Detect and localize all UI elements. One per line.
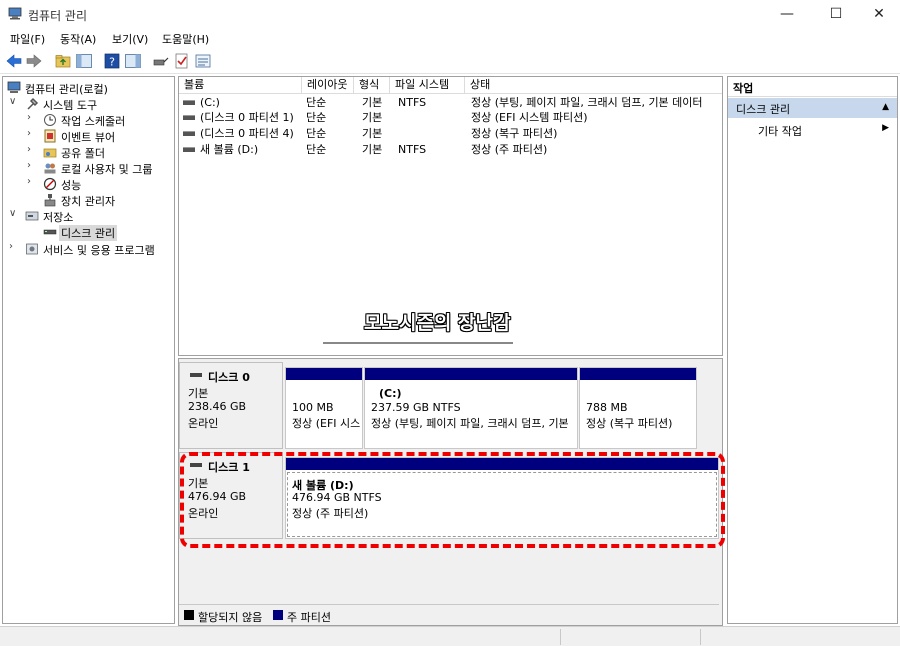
services-apps-icon <box>26 243 38 255</box>
chevron-right-icon: ▶ <box>882 123 889 133</box>
menu-bar: 파일(F) 동작(A) 보기(V) 도움말(H) <box>0 28 900 48</box>
chevron-right-icon[interactable]: › <box>27 128 37 139</box>
actions-pane: 작업 디스크 관리 ▲ 기타 작업 ▶ <box>727 76 898 624</box>
check-properties-icon[interactable] <box>173 52 191 70</box>
actions-item-more[interactable]: 기타 작업 ▶ <box>728 121 897 139</box>
storage-icon <box>25 211 39 221</box>
task-scheduler-icon <box>44 114 56 126</box>
status-bar <box>0 626 900 646</box>
disk-0-label[interactable]: 디스크 0 기본 238.46 GB 온라인 <box>179 362 283 449</box>
up-folder-icon[interactable] <box>54 52 72 70</box>
back-arrow-icon[interactable] <box>5 52 23 70</box>
actions-header: 작업 <box>728 77 897 97</box>
partition-bar <box>286 458 718 470</box>
disk-icon <box>190 463 202 467</box>
disk-1-label[interactable]: 디스크 1 기본 476.94 GB 온라인 <box>179 452 283 539</box>
chevron-down-icon[interactable]: ∨ <box>9 208 19 219</box>
menu-action[interactable]: 동작(A) <box>60 31 96 47</box>
performance-icon <box>43 177 57 191</box>
column-header-layout[interactable]: 레이아웃 <box>302 77 354 94</box>
table-row[interactable]: (디스크 0 파티션 4) 단순 기본 정상 (복구 파티션) <box>179 126 722 141</box>
actions-section-disk-management[interactable]: 디스크 관리 ▲ <box>728 98 897 118</box>
disk-0-partition-recovery[interactable]: 788 MB 정상 (복구 파티션) <box>579 367 697 449</box>
disk-icon <box>190 373 202 377</box>
window-title: 컴퓨터 관리 <box>28 9 88 23</box>
column-header-filesystem[interactable]: 파일 시스템 <box>390 77 465 94</box>
menu-view[interactable]: 보기(V) <box>112 31 148 47</box>
table-row[interactable]: (C:) 단순 기본 NTFS 정상 (부팅, 페이지 파일, 크래시 덤프, … <box>179 95 722 110</box>
menu-help[interactable]: 도움말(H) <box>162 31 209 47</box>
forward-arrow-icon[interactable] <box>25 52 43 70</box>
disk-management-icon <box>43 229 57 235</box>
device-manager-icon <box>44 194 56 207</box>
status-segment <box>560 629 700 645</box>
chevron-right-icon[interactable]: › <box>9 241 19 252</box>
volume-list-header: 볼륨 레이아웃 형식 파일 시스템 상태 <box>179 77 722 94</box>
connect-drive-icon[interactable] <box>152 52 170 70</box>
collapse-up-icon[interactable]: ▲ <box>882 102 889 112</box>
svg-text:?: ? <box>109 56 115 69</box>
partition-bar <box>365 368 577 380</box>
show-hide-tree-icon[interactable] <box>75 52 93 70</box>
help-icon[interactable]: ? <box>103 52 121 70</box>
table-row[interactable]: (디스크 0 파티션 1) 단순 기본 정상 (EFI 시스템 파티션) <box>179 110 722 125</box>
event-viewer-icon <box>44 129 56 143</box>
action-pane-icon[interactable] <box>124 52 142 70</box>
navigation-tree: 컴퓨터 관리(로컬) ∨ 시스템 도구 › 작업 스케줄러 › 이벤트 뷰어 ›… <box>2 76 175 624</box>
list-view-icon[interactable] <box>194 52 212 70</box>
horizontal-scrollbar[interactable] <box>323 342 513 344</box>
minimize-button[interactable]: — <box>764 0 810 28</box>
disk-1-partition-d[interactable]: 새 볼륨 (D:) 476.94 GB NTFS 정상 (주 파티션) <box>285 457 719 539</box>
computer-management-icon <box>7 81 21 93</box>
chevron-down-icon[interactable]: ∨ <box>9 96 19 107</box>
legend-swatch-unallocated <box>184 610 194 620</box>
drive-icon <box>183 146 195 152</box>
disk-0-partition-c[interactable]: (C:) 237.59 GB NTFS 정상 (부팅, 페이지 파일, 크래시 … <box>364 367 578 449</box>
chevron-right-icon[interactable]: › <box>27 112 37 123</box>
chevron-right-icon[interactable]: › <box>27 160 37 171</box>
drive-icon <box>183 130 195 136</box>
watermark-text: 모노시즌의 장난감 <box>364 312 511 334</box>
legend: 할당되지 않음 주 파티션 <box>179 604 719 624</box>
disk-0-partition-efi[interactable]: 100 MB 정상 (EFI 시스 <box>285 367 363 449</box>
column-header-status[interactable]: 상태 <box>465 77 722 94</box>
table-row[interactable]: 새 볼륨 (D:) 단순 기본 NTFS 정상 (주 파티션) <box>179 142 722 157</box>
column-header-volume[interactable]: 볼륨 <box>179 77 302 94</box>
local-users-icon <box>44 163 56 174</box>
close-button[interactable]: ✕ <box>856 0 900 28</box>
chevron-right-icon[interactable]: › <box>27 176 37 187</box>
toolbar: ? <box>0 48 900 74</box>
legend-swatch-primary <box>273 610 283 620</box>
title-bar: 컴퓨터 관리 — ☐ ✕ <box>0 0 900 28</box>
disk-graphical-view: 디스크 0 기본 238.46 GB 온라인 100 MB 정상 (EFI 시스… <box>178 358 723 626</box>
chevron-right-icon[interactable]: › <box>27 144 37 155</box>
column-header-type[interactable]: 형식 <box>354 77 390 94</box>
status-segment <box>700 629 900 645</box>
partition-bar <box>286 368 362 380</box>
shared-folders-icon <box>43 148 57 158</box>
partition-bar <box>580 368 696 380</box>
menu-file[interactable]: 파일(F) <box>10 31 45 47</box>
computer-management-app-icon <box>8 7 22 20</box>
drive-icon <box>183 99 195 105</box>
system-tools-icon <box>27 97 39 110</box>
drive-icon <box>183 114 195 120</box>
maximize-button[interactable]: ☐ <box>813 0 859 28</box>
